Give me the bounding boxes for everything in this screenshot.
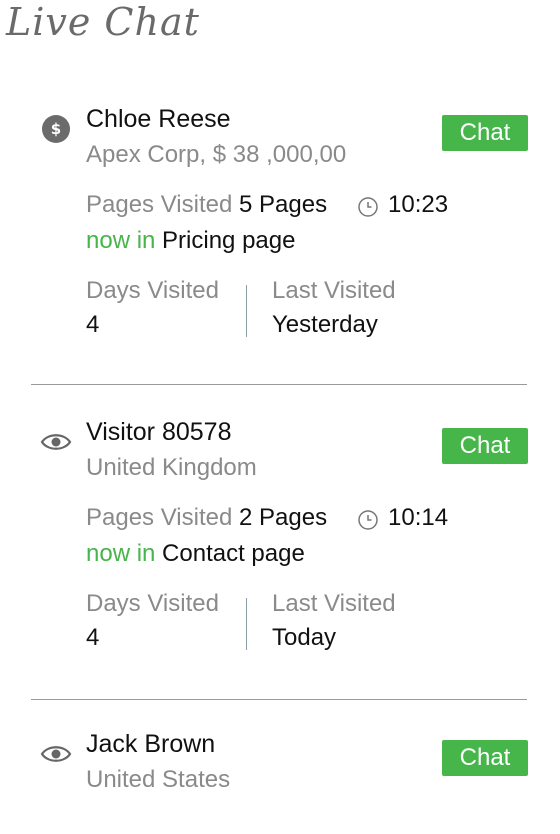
days-visited-label: Days Visited	[86, 277, 219, 304]
pages-visited-label: Pages Visited	[86, 191, 233, 218]
stat-divider	[246, 598, 247, 650]
chat-button[interactable]: Chat	[442, 115, 528, 151]
last-visited-value: Today	[272, 624, 337, 651]
visitor-name: Visitor 80578	[86, 418, 232, 446]
visitor-subtitle: United States	[86, 766, 231, 793]
dollar-icon: $	[40, 113, 72, 145]
page-title: Live Chat	[6, 0, 200, 44]
chat-button[interactable]: Chat	[442, 740, 528, 776]
clock-icon	[358, 197, 378, 217]
days-visited-value: 4	[86, 311, 100, 338]
visitor-name: Chloe Reese	[86, 105, 231, 133]
visitor-name: Jack Brown	[86, 730, 216, 758]
current-page: Pricing page	[162, 227, 296, 254]
chat-button[interactable]: Chat	[442, 428, 528, 464]
days-visited-value: 4	[86, 624, 100, 651]
last-visited-value: Yesterday	[272, 311, 378, 338]
stat-divider	[246, 285, 247, 337]
pages-visited-row: Pages Visited 2 Pages	[86, 504, 327, 532]
divider	[31, 384, 527, 385]
now-in-label: now in	[86, 227, 156, 254]
divider	[31, 699, 527, 700]
visitor-subtitle: Apex Corp, $ 38 ,000,00	[86, 141, 347, 168]
eye-icon	[40, 738, 72, 770]
pages-visited-label: Pages Visited	[86, 504, 233, 531]
pages-visited-value: 5 Pages	[239, 191, 328, 218]
visitor-subtitle: United Kingdom	[86, 454, 257, 481]
last-visited-label: Last Visited	[272, 590, 396, 617]
now-in-row: now in Pricing page	[86, 227, 295, 255]
pages-visited-value: 2 Pages	[239, 504, 328, 531]
days-visited-label: Days Visited	[86, 590, 219, 617]
now-in-label: now in	[86, 540, 156, 567]
visit-time: 10:14	[388, 504, 449, 531]
eye-icon	[40, 426, 72, 458]
now-in-row: now in Contact page	[86, 540, 305, 568]
last-visited-label: Last Visited	[272, 277, 396, 304]
current-page: Contact page	[162, 540, 305, 567]
visit-time: 10:23	[388, 191, 449, 218]
pages-visited-row: Pages Visited 5 Pages	[86, 191, 327, 219]
clock-icon	[358, 510, 378, 530]
